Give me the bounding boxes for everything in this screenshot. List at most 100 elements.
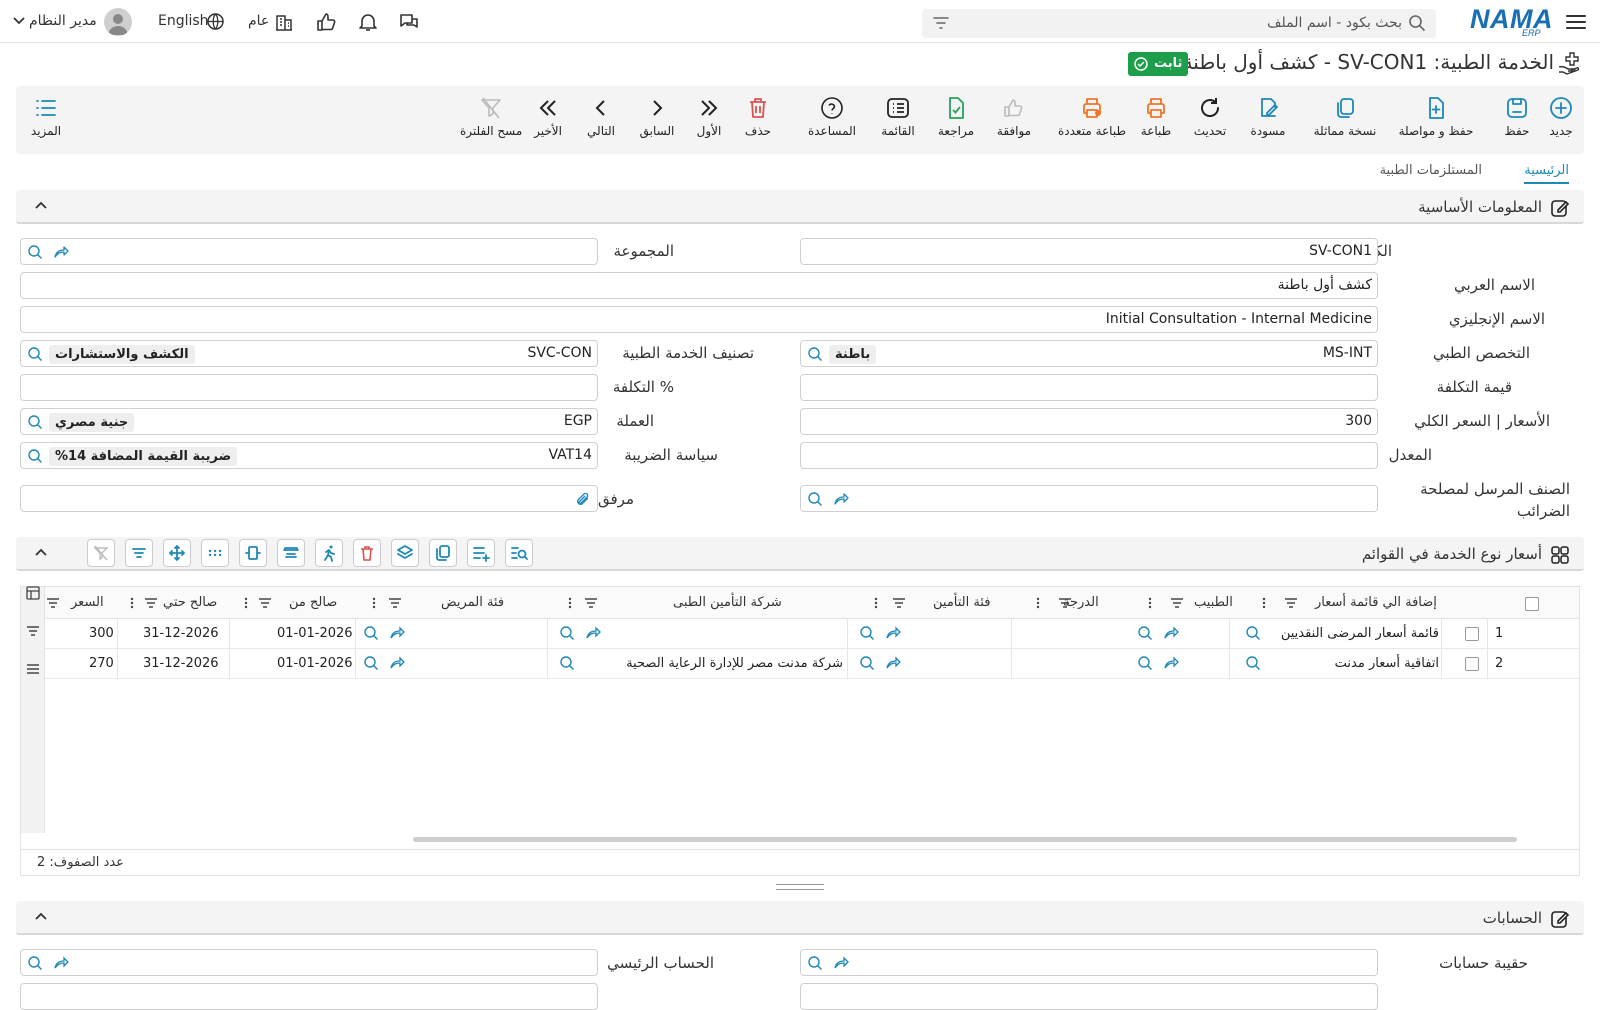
logo[interactable]: NAMA ERP bbox=[1470, 4, 1554, 38]
search-box[interactable]: بحث بكود - اسم الملف bbox=[922, 9, 1436, 38]
column-more-icon[interactable] bbox=[371, 596, 377, 610]
open-link-icon[interactable] bbox=[833, 955, 849, 971]
column-menu-icon[interactable] bbox=[1057, 596, 1073, 610]
cell-price-list[interactable]: اتفاقية أسعار مدنت bbox=[1261, 649, 1439, 679]
column-more-icon[interactable] bbox=[1261, 596, 1267, 610]
column-menu-icon[interactable] bbox=[387, 596, 403, 610]
group-field[interactable] bbox=[20, 238, 598, 265]
grid-add-row-button[interactable] bbox=[467, 539, 495, 567]
tax-policy-field[interactable]: VAT14 ضريبة القيمة المضافة 14% bbox=[20, 442, 598, 469]
attachment-field[interactable] bbox=[20, 485, 598, 512]
open-link-icon[interactable] bbox=[833, 491, 849, 507]
building-icon[interactable] bbox=[274, 12, 294, 32]
search-plus-icon[interactable] bbox=[559, 625, 575, 641]
search-plus-icon[interactable] bbox=[807, 491, 823, 507]
row-checkbox[interactable] bbox=[1465, 627, 1479, 641]
basic-info-section-header[interactable]: المعلومات الأساسية bbox=[16, 190, 1584, 224]
search-plus-icon[interactable] bbox=[859, 655, 875, 671]
search-plus-icon[interactable] bbox=[27, 346, 43, 362]
side-filter-icon[interactable] bbox=[25, 623, 41, 639]
grid-move-button[interactable] bbox=[163, 539, 191, 567]
arabic-name-field[interactable]: كشف أول باطنة bbox=[20, 272, 1378, 299]
price-field[interactable]: 300 bbox=[800, 408, 1378, 435]
cell-price[interactable]: 300 bbox=[89, 619, 114, 649]
multi-print-button[interactable]: طباعة متعددة bbox=[1052, 96, 1132, 146]
grid-copy-button[interactable] bbox=[429, 539, 457, 567]
grid-layers-button[interactable] bbox=[391, 539, 419, 567]
column-menu-icon[interactable] bbox=[257, 596, 273, 610]
open-link-icon[interactable] bbox=[389, 625, 405, 641]
open-link-icon[interactable] bbox=[585, 625, 601, 641]
column-menu-icon[interactable] bbox=[1283, 596, 1299, 610]
tab-medical-supplies[interactable]: المستلزمات الطبية bbox=[1380, 163, 1482, 178]
filter-icon[interactable] bbox=[932, 15, 950, 31]
chat-icon[interactable] bbox=[398, 11, 420, 33]
search-plus-icon[interactable] bbox=[1137, 655, 1153, 671]
search-plus-icon[interactable] bbox=[859, 625, 875, 641]
search-plus-icon[interactable] bbox=[1245, 655, 1261, 671]
tax-item-field[interactable] bbox=[800, 485, 1378, 512]
column-more-icon[interactable] bbox=[873, 596, 879, 610]
chevron-up-icon[interactable] bbox=[34, 911, 48, 921]
grid-run-button[interactable] bbox=[315, 539, 343, 567]
cell-valid-to[interactable]: 31-12-2026 bbox=[143, 619, 219, 649]
open-link-icon[interactable] bbox=[389, 655, 405, 671]
search-plus-icon[interactable] bbox=[363, 655, 379, 671]
search-plus-icon[interactable] bbox=[807, 955, 823, 971]
grid-freeze-button[interactable] bbox=[277, 539, 305, 567]
save-button[interactable]: حفظ bbox=[1500, 96, 1534, 146]
table-row[interactable]: 2 اتفاقية أسعار مدنت شركة مدنت مصر للإدا… bbox=[45, 649, 1579, 679]
grid-dots-button[interactable] bbox=[201, 539, 229, 567]
save-continue-button[interactable]: حفظ و مواصلة bbox=[1396, 96, 1476, 146]
draft-button[interactable]: مسودة bbox=[1248, 96, 1288, 146]
resize-handle[interactable] bbox=[776, 884, 824, 890]
search-plus-icon[interactable] bbox=[27, 414, 43, 430]
paperclip-icon[interactable] bbox=[575, 491, 591, 507]
side-menu-icon[interactable] bbox=[25, 661, 41, 677]
print-button[interactable]: طباعة bbox=[1138, 96, 1174, 146]
previous-button[interactable]: السابق bbox=[636, 96, 678, 146]
rate-field[interactable] bbox=[800, 442, 1378, 469]
accounts-section-header[interactable]: الحسابات bbox=[16, 901, 1584, 935]
search-plus-icon[interactable] bbox=[1137, 625, 1153, 641]
clear-filter-button[interactable]: مسح الفلترة bbox=[460, 96, 522, 146]
cell-valid-to[interactable]: 31-12-2026 bbox=[143, 649, 219, 679]
help-button[interactable]: المساعدة bbox=[806, 96, 858, 146]
cost-value-field[interactable] bbox=[800, 374, 1378, 401]
review-button[interactable]: مراجعة bbox=[934, 96, 978, 146]
account-field-partial[interactable] bbox=[800, 983, 1378, 1010]
column-menu-icon[interactable] bbox=[1169, 596, 1185, 610]
open-link-icon[interactable] bbox=[1163, 655, 1179, 671]
grid-filter-button[interactable] bbox=[125, 539, 153, 567]
branch-label[interactable]: عام bbox=[248, 13, 269, 29]
list-button[interactable]: القائمة bbox=[876, 96, 920, 146]
account-field-partial[interactable] bbox=[20, 983, 598, 1010]
grid-fit-columns-button[interactable] bbox=[239, 539, 267, 567]
search-plus-icon[interactable] bbox=[559, 655, 575, 671]
open-link-icon[interactable] bbox=[885, 625, 901, 641]
open-link-icon[interactable] bbox=[885, 655, 901, 671]
delete-button[interactable]: حذف bbox=[740, 96, 776, 146]
grid-delete-button[interactable] bbox=[353, 539, 381, 567]
specialty-field[interactable]: MS-INT باطنة bbox=[800, 340, 1378, 367]
column-more-icon[interactable] bbox=[1035, 596, 1041, 610]
globe-icon[interactable] bbox=[206, 12, 225, 31]
horizontal-scrollbar[interactable] bbox=[413, 837, 1517, 842]
more-button[interactable]: المزيد bbox=[28, 96, 64, 146]
search-input[interactable]: بحث بكود - اسم الملف bbox=[1267, 15, 1402, 31]
cell-price[interactable]: 270 bbox=[89, 649, 114, 679]
grid-search-button[interactable] bbox=[505, 539, 533, 567]
search-plus-icon[interactable] bbox=[807, 346, 823, 362]
language-switch[interactable]: English bbox=[158, 13, 209, 29]
column-more-icon[interactable] bbox=[1147, 596, 1153, 610]
select-all-checkbox[interactable] bbox=[1525, 597, 1539, 611]
column-more-icon[interactable] bbox=[567, 596, 573, 610]
currency-field[interactable]: EGP جنية مصري bbox=[20, 408, 598, 435]
search-plus-icon[interactable] bbox=[27, 244, 43, 260]
table-row[interactable]: 1 قائمة أسعار المرضى النقديين 01-01-2026… bbox=[45, 619, 1579, 649]
account-bag-field[interactable] bbox=[800, 949, 1378, 976]
service-class-field[interactable]: SVC-CON الكشف والاستشارات bbox=[20, 340, 598, 367]
chevron-up-icon[interactable] bbox=[34, 547, 48, 557]
english-name-field[interactable]: Initial Consultation - Internal Medicine bbox=[20, 306, 1378, 333]
cell-valid-from[interactable]: 01-01-2026 bbox=[277, 649, 353, 679]
